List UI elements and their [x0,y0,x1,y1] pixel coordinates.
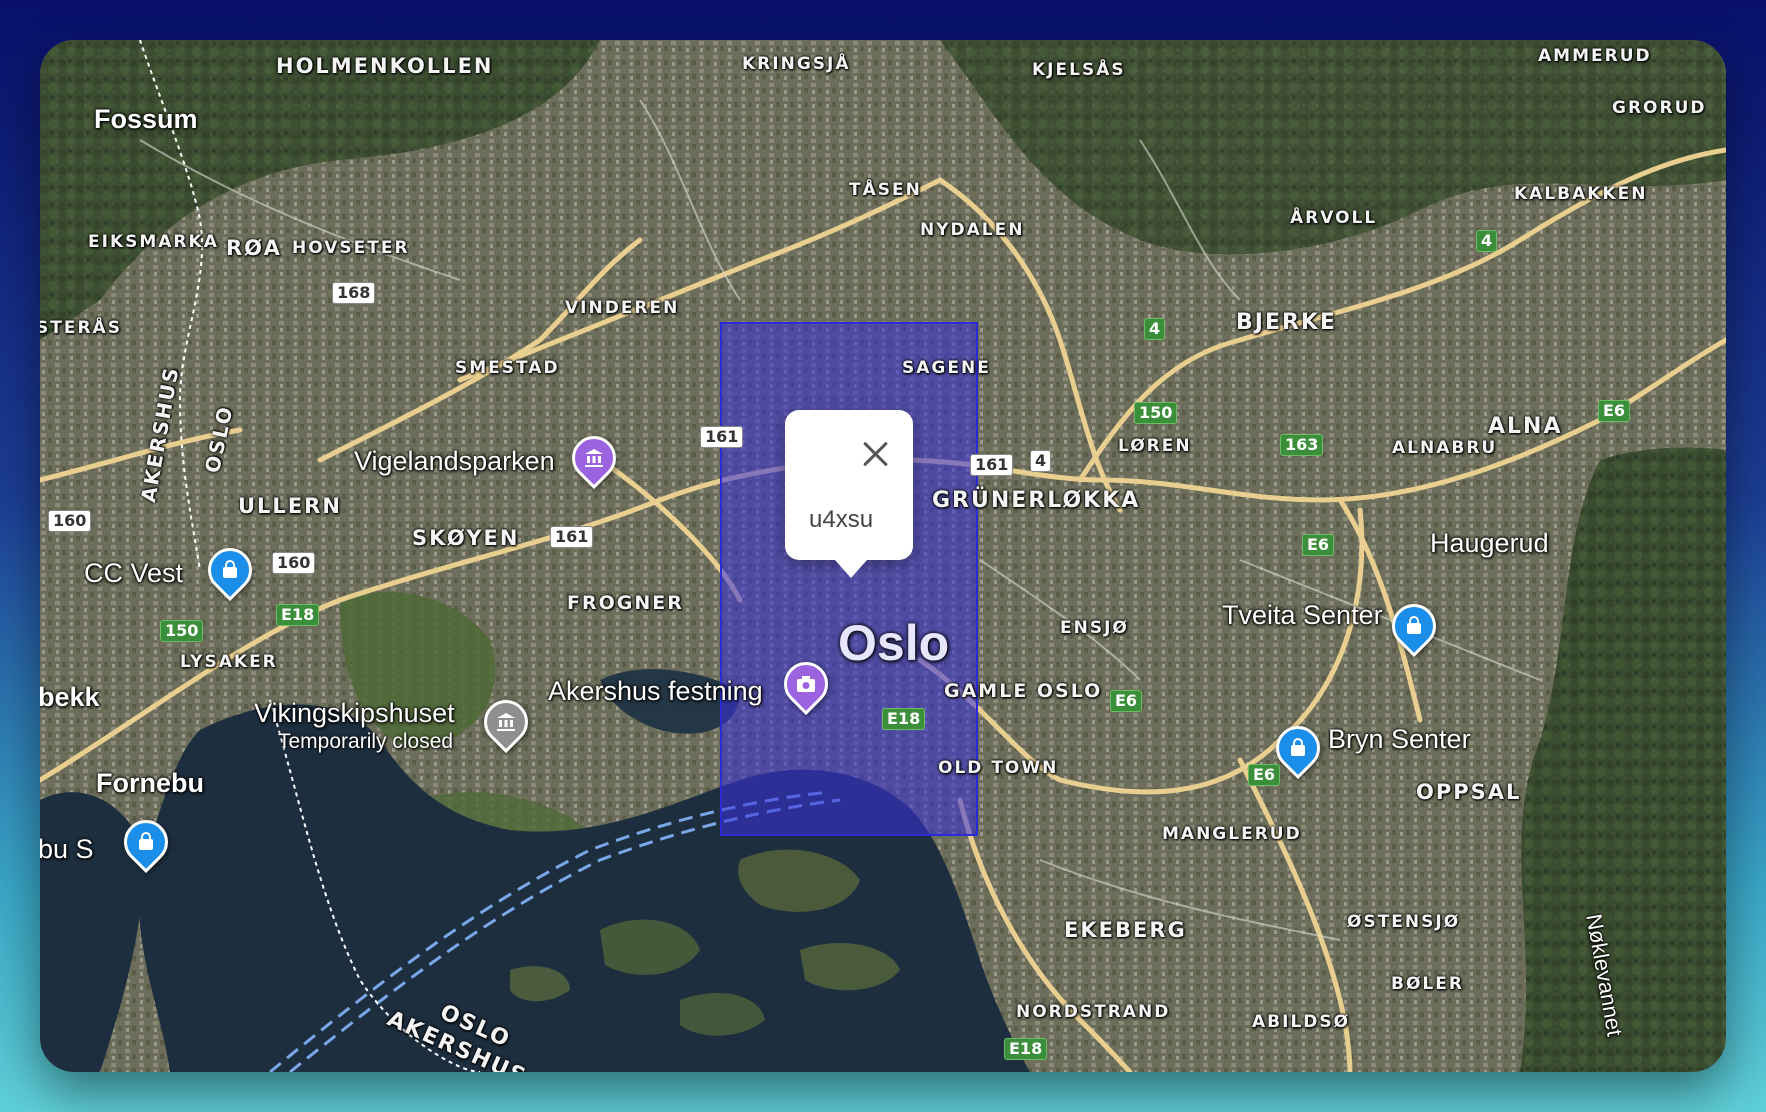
district-label: TÅSEN [849,180,922,200]
district-label: HOLMENKOLLEN [276,54,494,78]
district-label: EKEBERG [1064,918,1187,942]
place-label: Haugerud [1430,528,1549,558]
district-label: EIKSMARKA [88,232,219,252]
shopping-bag-icon [1395,607,1433,645]
district-label: MANGLERUD [1162,824,1302,844]
place-label: Bryn Senter [1328,724,1471,754]
district-label: ÅRVOLL [1290,208,1378,228]
place-label: Tveita Senter [1222,600,1383,630]
road-shield: E18 [882,708,926,730]
city-label: Oslo [838,615,950,671]
district-label: ALNABRU [1392,438,1498,458]
shopping-bag-icon [1279,729,1317,767]
district-label: KRINGSJÅ [742,54,851,74]
place-label: Vigelandsparken [354,446,555,476]
district-label: SKØYEN [412,526,520,550]
district-label: BJERKE [1236,310,1337,335]
road-shield: 160 [272,552,316,574]
road-shield: 150 [1134,402,1178,424]
place-label: CC Vest [84,558,184,588]
district-label: ØSTENSJØ [1347,912,1461,932]
district-label: KALBAKKEN [1514,184,1648,204]
district-label: ALNA [1488,414,1563,439]
place-label: Akershus festning [548,676,763,706]
shopping-bag-icon [127,823,165,861]
road-shield: 161 [550,526,594,548]
road-shield: 161 [970,454,1014,476]
district-label: KJELSÅS [1032,60,1126,80]
district-label: ULLERN [238,494,342,518]
road-shield: E6 [1110,690,1143,712]
road-shield: 160 [48,510,92,532]
popup-text: u4xsu [809,506,874,533]
district-label: ABILDSØ [1252,1012,1351,1032]
map-container[interactable]: HOLMENKOLLEN KRINGSJÅ KJELSÅS AMMERUD GR… [40,40,1726,1072]
district-label: AMMERUD [1538,46,1652,66]
road-shield: E18 [1004,1038,1048,1060]
place-status: Temporarily closed [278,730,454,753]
district-label: SMESTAD [455,358,560,378]
district-label: SAGENE [902,358,991,378]
museum-icon [487,703,525,741]
district-label: BØLER [1391,974,1464,994]
road-shield: E6 [1248,764,1281,786]
district-label: LYSAKER [180,652,278,672]
info-popup: u4xsu [785,410,913,578]
road-shield: 150 [160,620,204,642]
place-label: Fossum [94,104,198,134]
road-shield: 4 [1144,318,1166,340]
place-label: Vikingskipshuset [254,698,455,728]
shopping-bag-icon [211,551,249,589]
district-label: OLD TOWN [938,758,1059,778]
district-label: FROGNER [567,592,684,614]
district-label: OPPSAL [1416,780,1522,804]
district-label: STERÅS [40,318,122,338]
museum-icon [575,439,613,477]
road-shield: 168 [332,282,376,304]
district-label: ENSJØ [1060,618,1129,638]
road-shield: 4 [1030,450,1052,472]
district-label: RØA [226,236,282,260]
camera-icon [787,665,825,703]
district-label: GRORUD [1612,98,1707,118]
district-label: LØREN [1118,436,1192,456]
road-shield: 161 [700,426,744,448]
district-label: NYDALEN [920,220,1025,240]
road-shield: E18 [276,604,320,626]
road-shield: E6 [1598,400,1631,422]
district-label: GRÜNERLØKKA [932,488,1141,513]
district-label: VINDEREN [565,298,680,318]
district-label: HOVSETER [292,238,410,258]
road-shield: 4 [1476,230,1498,252]
road-shield: E6 [1302,534,1335,556]
place-label: bu S [40,834,94,864]
district-label: GAMLE OSLO [944,680,1103,702]
place-label: Fornebu [96,768,204,798]
close-icon[interactable] [859,438,891,470]
district-label: NORDSTRAND [1016,1002,1171,1022]
road-shield: 163 [1280,434,1324,456]
place-label: bekk [40,682,100,712]
